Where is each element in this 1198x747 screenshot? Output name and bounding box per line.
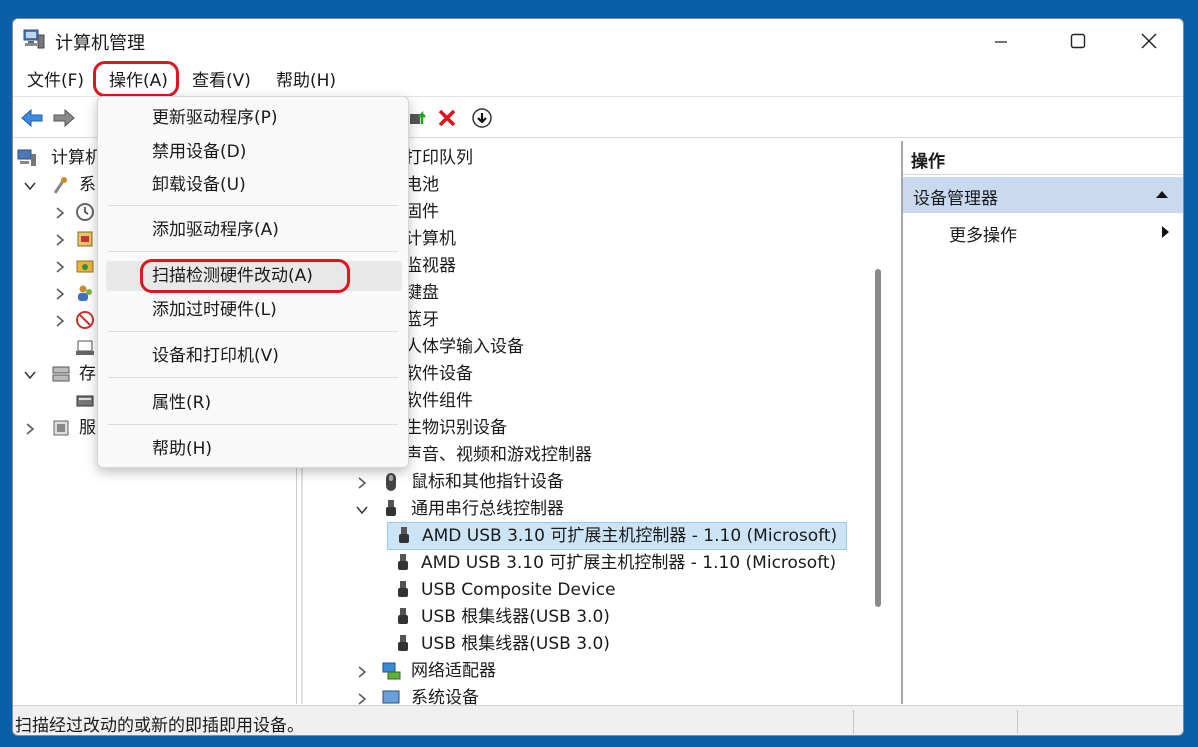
tree-storage-label: 存 bbox=[79, 364, 96, 384]
computer-management-icon bbox=[23, 29, 45, 49]
window-title: 计算机管理 bbox=[55, 33, 145, 54]
system-tools-icon bbox=[53, 177, 67, 194]
menu-update-driver[interactable]: 更新驱动程序(P) bbox=[106, 103, 402, 133]
status-bar: 扫描经过改动的或新的即插即用设备。 bbox=[13, 705, 1183, 736]
status-text: 扫描经过改动的或新的即插即用设备。 bbox=[15, 716, 304, 736]
usb-device-row-selected[interactable]: AMD USB 3.10 可扩展主机控制器 - 1.10 (Microsoft) bbox=[387, 522, 847, 550]
forward-button[interactable] bbox=[51, 106, 77, 130]
menu-uninstall-device[interactable]: 卸载设备(U) bbox=[106, 170, 402, 200]
minimize-button[interactable] bbox=[977, 19, 1025, 63]
network-adapter-icon bbox=[382, 662, 401, 680]
down-arrow-circle-icon bbox=[472, 108, 492, 128]
disk-icon bbox=[76, 395, 94, 407]
red-x-icon bbox=[438, 109, 456, 127]
menu-add-legacy-hardware[interactable]: 添加过时硬件(L) bbox=[106, 295, 402, 325]
chevron-right-icon bbox=[26, 423, 35, 435]
services-icon bbox=[53, 420, 69, 436]
menu-separator bbox=[108, 424, 398, 425]
mouse-icon bbox=[386, 473, 396, 491]
arrow-right-icon bbox=[1162, 226, 1169, 238]
tree-services-label: 服 bbox=[79, 418, 96, 438]
actions-header-label: 操作 bbox=[911, 152, 945, 172]
menu-help-item[interactable]: 帮助(H) bbox=[106, 434, 402, 464]
usb-icon bbox=[398, 635, 408, 651]
menu-separator bbox=[108, 251, 398, 252]
chevron-down-icon bbox=[24, 371, 36, 380]
chevron-right-icon bbox=[56, 207, 65, 219]
tree-root-label: 计算机 bbox=[51, 148, 102, 168]
actions-header: 操作 bbox=[903, 141, 1183, 175]
computer-icon bbox=[17, 149, 36, 166]
menu-add-driver[interactable]: 添加驱动程序(A) bbox=[106, 215, 402, 245]
back-button[interactable] bbox=[19, 106, 45, 130]
menu-file[interactable]: 文件(F) bbox=[27, 69, 84, 93]
chevron-right-icon bbox=[358, 693, 367, 705]
menu-separator bbox=[108, 377, 398, 378]
chevron-right-icon bbox=[358, 666, 367, 678]
title-bar: 计算机管理 bbox=[13, 19, 1183, 63]
device-manager-icon bbox=[76, 340, 94, 355]
menu-bar: 文件(F) 操作(A) 查看(V) 帮助(H) bbox=[13, 61, 1183, 97]
users-icon bbox=[78, 285, 92, 301]
actions-pane: 操作 设备管理器 更多操作 bbox=[901, 141, 1183, 704]
usb-icon bbox=[398, 608, 408, 624]
status-divider bbox=[1017, 710, 1018, 734]
uninstall-button[interactable] bbox=[434, 106, 460, 130]
usb-icon bbox=[386, 500, 396, 516]
chevron-down-icon bbox=[24, 182, 36, 191]
action-dropdown-menu: 更新驱动程序(P) 禁用设备(D) 卸载设备(U) 添加驱动程序(A) 扫描检测… bbox=[97, 96, 409, 468]
chevron-right-icon bbox=[56, 234, 65, 246]
usb-icon bbox=[398, 554, 408, 570]
chevron-right-icon bbox=[358, 477, 367, 489]
actions-section-label: 设备管理器 bbox=[913, 189, 998, 209]
menu-help[interactable]: 帮助(H) bbox=[276, 69, 336, 93]
menu-disable-device[interactable]: 禁用设备(D) bbox=[106, 137, 402, 167]
maximize-button[interactable] bbox=[1054, 19, 1102, 63]
status-divider bbox=[853, 710, 854, 734]
shared-folder-icon bbox=[76, 260, 94, 273]
minimize-icon bbox=[995, 41, 1007, 43]
maximize-icon bbox=[1070, 33, 1086, 49]
chevron-down-icon bbox=[356, 506, 368, 515]
menu-properties[interactable]: 属性(R) bbox=[106, 388, 402, 418]
usb-icon bbox=[398, 581, 408, 597]
scan-item-highlight bbox=[140, 259, 350, 293]
actions-more[interactable]: 更多操作 bbox=[903, 217, 1183, 249]
collapse-up-icon bbox=[1156, 191, 1168, 198]
actions-section-device-manager[interactable]: 设备管理器 bbox=[903, 177, 1183, 213]
action-menu-highlight bbox=[93, 61, 179, 97]
menu-separator bbox=[108, 331, 398, 332]
usb-icon bbox=[399, 527, 409, 543]
performance-icon bbox=[76, 311, 94, 329]
tree-system-tools-label: 系 bbox=[79, 175, 96, 195]
menu-view[interactable]: 查看(V) bbox=[192, 69, 251, 93]
back-arrow-icon bbox=[21, 108, 43, 128]
disable-device-button[interactable] bbox=[469, 106, 495, 130]
close-icon bbox=[1141, 33, 1157, 49]
update-driver-icon bbox=[410, 110, 426, 124]
storage-icon bbox=[52, 366, 70, 382]
actions-more-label: 更多操作 bbox=[949, 226, 1017, 246]
event-viewer-icon bbox=[77, 231, 93, 247]
clock-icon bbox=[76, 203, 94, 221]
vertical-scrollbar[interactable] bbox=[875, 269, 881, 607]
menu-separator bbox=[108, 205, 398, 206]
close-button[interactable] bbox=[1125, 19, 1173, 63]
chevron-right-icon bbox=[56, 261, 65, 273]
menu-devices-printers[interactable]: 设备和打印机(V) bbox=[106, 341, 402, 371]
chevron-right-icon bbox=[56, 315, 65, 327]
forward-arrow-icon bbox=[53, 108, 75, 128]
chevron-right-icon bbox=[56, 288, 65, 300]
